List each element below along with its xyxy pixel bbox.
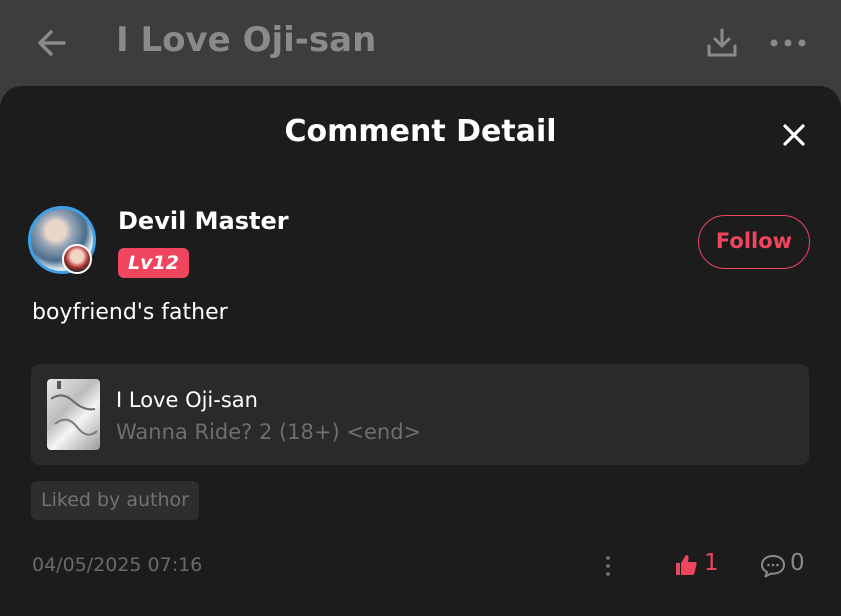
more-options-button[interactable] bbox=[766, 26, 810, 60]
work-card[interactable]: I Love Oji-san Wanna Ride? 2 (18+) <end> bbox=[31, 364, 809, 465]
reply-count: 0 bbox=[790, 550, 805, 576]
work-chapter: Wanna Ride? 2 (18+) <end> bbox=[116, 420, 422, 444]
comment-bubble-icon bbox=[761, 555, 785, 578]
comment-detail-sheet: Comment Detail Devil Master Lv12 Follow … bbox=[0, 86, 841, 616]
download-icon bbox=[707, 28, 737, 57]
level-badge: Lv12 bbox=[118, 248, 189, 278]
arrow-left-icon bbox=[38, 30, 66, 56]
avatar-frame-badge bbox=[62, 244, 92, 274]
close-icon bbox=[783, 124, 805, 146]
like-count: 1 bbox=[704, 550, 719, 576]
like-button[interactable]: 1 bbox=[674, 550, 724, 580]
close-button[interactable] bbox=[776, 117, 812, 153]
work-title: I Love Oji-san bbox=[116, 388, 258, 412]
username[interactable]: Devil Master bbox=[118, 207, 289, 235]
reply-button[interactable]: 0 bbox=[759, 550, 811, 580]
work-thumbnail bbox=[47, 379, 100, 450]
liked-by-author-tag: Liked by author bbox=[31, 481, 199, 520]
comment-timestamp: 04/05/2025 07:16 bbox=[32, 554, 203, 576]
back-button[interactable] bbox=[34, 24, 72, 62]
sheet-title: Comment Detail bbox=[284, 114, 557, 149]
more-horizontal-icon bbox=[770, 39, 806, 47]
comment-text: boyfriend's father bbox=[32, 300, 228, 325]
thumbs-up-icon bbox=[676, 555, 697, 575]
follow-button[interactable]: Follow bbox=[698, 215, 810, 269]
download-button[interactable] bbox=[703, 24, 741, 62]
comment-options-button[interactable] bbox=[598, 552, 618, 580]
top-app-bar: I Love Oji-san bbox=[0, 0, 841, 86]
page-title: I Love Oji-san bbox=[116, 20, 377, 60]
more-vertical-icon bbox=[606, 556, 610, 576]
